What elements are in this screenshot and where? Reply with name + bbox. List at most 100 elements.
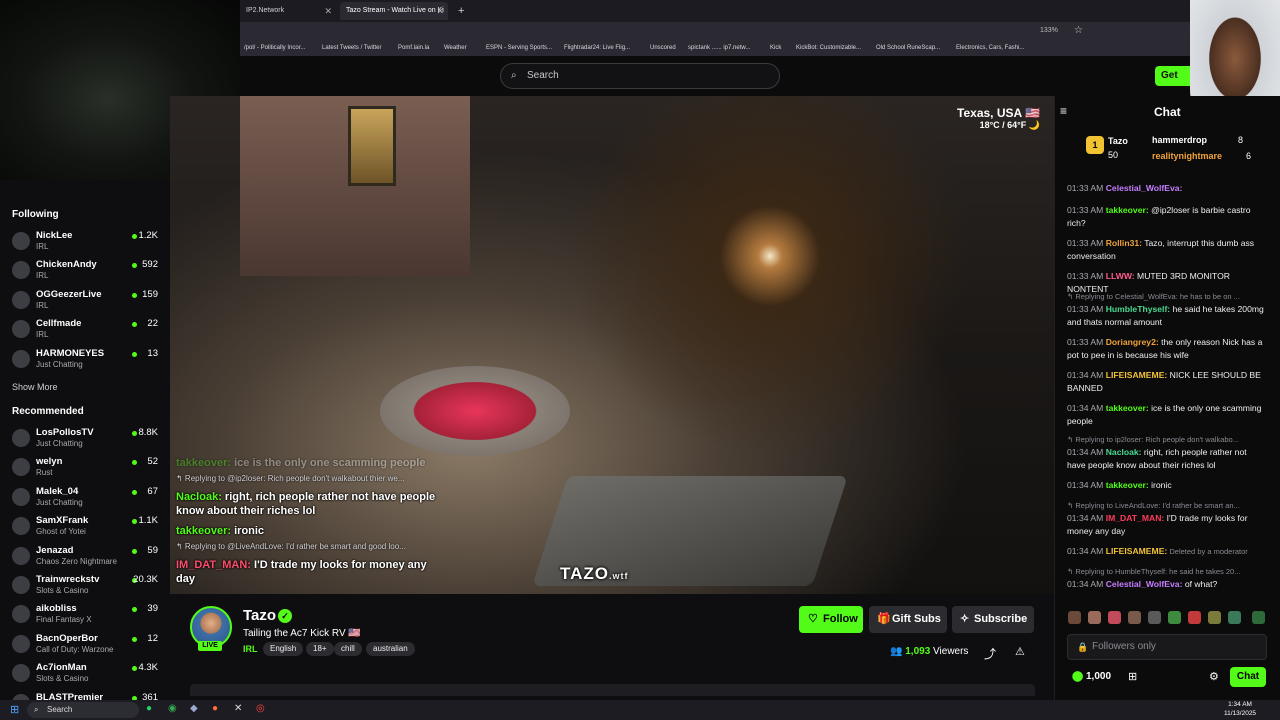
bookmark-item[interactable]: Weather (444, 45, 467, 51)
app-icon[interactable]: ◎ (256, 703, 265, 714)
channel-points[interactable]: ⬤ 1,000 (1072, 671, 1111, 682)
emote-icon[interactable] (1208, 611, 1221, 624)
sidebar-item-following[interactable]: NickLee IRL 1.2K (0, 228, 170, 256)
emote-icon[interactable] (1108, 611, 1121, 624)
chat-username[interactable]: HumbleThyself: (1106, 304, 1170, 314)
browser-tab-tazo[interactable]: Tazo Stream - Watch Live on Ki ✕ (340, 2, 448, 20)
gear-icon[interactable]: ⚙ (1209, 670, 1219, 683)
subscribe-button[interactable]: ✧ Subscribe (952, 606, 1034, 633)
chat-username[interactable]: IM_DAT_MAN: (1106, 513, 1165, 523)
tag-chill[interactable]: chill (334, 642, 362, 656)
sidebar-item-recommended[interactable]: SamXFrank Ghost of Yotei 1.1K (0, 513, 170, 541)
video-player[interactable]: Texas, USA 🇺🇸 18°C / 64°F 🌙 takkeover: i… (170, 96, 1054, 594)
chat-message[interactable]: 01:33 AM HumbleThyself: he said he takes… (1067, 303, 1267, 329)
chat-username[interactable]: Celestial_WolfEva: (1106, 579, 1183, 589)
sidebar-item-recommended[interactable]: aikobliss Final Fantasy X 39 (0, 601, 170, 629)
sidebar-item-following[interactable]: OGGeezerLive IRL 159 (0, 287, 170, 315)
emote-picker-icon[interactable] (1252, 611, 1265, 624)
chat-message[interactable]: 01:34 AM Nacloak: right, rich people rat… (1067, 446, 1267, 472)
leaderboard-second-name[interactable]: hammerdrop (1152, 135, 1207, 145)
emote-icon[interactable] (1228, 611, 1241, 624)
gift-icon[interactable]: ⊞ (1128, 670, 1137, 683)
sidebar-item-following[interactable]: ChickenAndy IRL 592 (0, 257, 170, 285)
chat-username[interactable]: LIFEISAMEME: (1106, 546, 1168, 556)
new-tab-icon[interactable]: + (452, 2, 466, 20)
sidebar-item-following[interactable]: Cellfmade IRL 22 (0, 316, 170, 344)
sidebar-item-recommended[interactable]: Trainwreckstv Slots & Casino 20.3K (0, 572, 170, 600)
leaderboard-third-name[interactable]: realitynightmare (1152, 151, 1222, 161)
close-tab-icon[interactable]: ✕ (324, 2, 332, 20)
sidebar-item-recommended[interactable]: LosPollosTV Just Chatting 8.8K (0, 425, 170, 453)
sidebar-item-recommended[interactable]: Jenazad Chaos Zero Nightmare 59 (0, 543, 170, 571)
leaderboard-top-name[interactable]: Tazo (1108, 136, 1128, 146)
bookmark-item[interactable]: Flightradar24: Live Flig... (564, 45, 630, 51)
emote-icon[interactable] (1148, 611, 1161, 624)
sidebar-item-recommended[interactable]: Ac7ionMan Slots & Casino 4.3K (0, 660, 170, 688)
bookmark-item[interactable]: Old School RuneScap... (876, 45, 940, 51)
chat-username[interactable]: Rollin31: (1106, 238, 1142, 248)
emote-icon[interactable] (1188, 611, 1201, 624)
chat-username[interactable]: Doriangrey2: (1106, 337, 1159, 347)
bookmark-item[interactable]: Latest Tweets / Twitter (322, 45, 381, 51)
browser-url-bar[interactable]: 133% ☆ (240, 22, 1280, 42)
chat-username[interactable]: takkeover: (1106, 480, 1149, 490)
steam-icon[interactable]: ◆ (190, 703, 198, 714)
sidebar-item-recommended[interactable]: welyn Rust 52 (0, 454, 170, 482)
chat-input[interactable]: 🔒 Followers only (1067, 634, 1267, 660)
chat-message[interactable]: 01:34 AM IM_DAT_MAN: I'D trade my looks … (1067, 512, 1267, 538)
system-clock[interactable]: 1:34 AM 11/13/2025 (1224, 700, 1256, 718)
chat-username[interactable]: LLWW: (1106, 271, 1135, 281)
spotify-icon[interactable]: ● (146, 703, 152, 714)
gift-subs-button[interactable]: 🎁 Gift Subs (869, 606, 947, 633)
firefox-icon[interactable]: ● (212, 703, 218, 714)
chat-message[interactable]: 01:34 AM takkeover: ironic (1067, 479, 1267, 492)
chat-message[interactable]: 01:33 AM takkeover: @ip2loser is barbie … (1067, 204, 1267, 230)
report-icon[interactable]: ⚠ (1015, 645, 1025, 658)
show-more-button[interactable]: Show More (12, 382, 58, 392)
bookmark-item[interactable]: Electronics, Cars, Fashi... (956, 45, 1024, 51)
chat-username[interactable]: LIFEISAMEME: (1106, 370, 1168, 380)
emote-icon[interactable] (1128, 611, 1141, 624)
chat-username[interactable]: takkeover: (1106, 403, 1149, 413)
tag-australian[interactable]: australian (366, 642, 415, 656)
chat-username[interactable]: Celestial_WolfEva: (1106, 183, 1183, 193)
emote-icon[interactable] (1168, 611, 1181, 624)
chat-message[interactable]: 01:34 AM LIFEISAMEME: Deleted by a moder… (1067, 545, 1267, 558)
follow-button[interactable]: ♡ Follow (799, 606, 863, 633)
channel-name[interactable]: Tazo (243, 607, 276, 624)
bookmark-item[interactable]: spictank ...... ip7.netw... (688, 45, 750, 51)
stream-category[interactable]: IRL (243, 644, 258, 654)
chat-message[interactable]: 01:34 AM LIFEISAMEME: NICK LEE SHOULD BE… (1067, 369, 1267, 395)
chat-message[interactable]: 01:33 AM Rollin31: Tazo, interrupt this … (1067, 237, 1267, 263)
close-tab-icon[interactable]: ✕ (436, 2, 444, 20)
share-icon[interactable]: ⤴ (984, 645, 996, 662)
chat-username[interactable]: Nacloak: (1106, 447, 1142, 457)
sidebar-item-following[interactable]: HARMONEYES Just Chatting 13 (0, 346, 170, 374)
bookmark-item[interactable]: Pomf.lain.la (398, 45, 429, 51)
chat-message[interactable]: 01:33 AM Doriangrey2: the only reason Ni… (1067, 336, 1267, 362)
chat-message[interactable]: 01:34 AM takkeover: ice is the only one … (1067, 402, 1267, 428)
sidebar-item-recommended[interactable]: Malek_04 Just Chatting 67 (0, 484, 170, 512)
emote-icon[interactable] (1088, 611, 1101, 624)
browser-tab-ip2[interactable]: IP2.Network ✕ (240, 2, 336, 20)
bookmark-item[interactable]: /pol/ - Politically Incor... (244, 45, 305, 51)
sidebar-item-recommended[interactable]: BacnOperBor Call of Duty: Warzone 12 (0, 631, 170, 659)
chat-message[interactable]: 01:33 AM Celestial_WolfEva: (1067, 182, 1267, 195)
chat-send-button[interactable]: Chat (1230, 667, 1266, 687)
windows-start-icon[interactable]: ⊞ (10, 703, 19, 716)
bookmark-item[interactable]: ESPN - Serving Sports... (486, 45, 552, 51)
taskbar-search-input[interactable]: ⌕ Search (27, 702, 139, 718)
search-input[interactable]: ⌕ Search (500, 63, 780, 89)
bookmark-star-icon[interactable]: ☆ (1074, 25, 1083, 36)
bookmark-item[interactable]: Kick (770, 45, 781, 51)
chrome-icon[interactable]: ◉ (168, 703, 177, 714)
emote-icon[interactable] (1068, 611, 1081, 624)
collapse-chat-icon[interactable]: ≡ (1060, 104, 1067, 118)
tag-18plus[interactable]: 18+ (306, 642, 334, 656)
bookmark-item[interactable]: Unscored (650, 45, 676, 51)
app-icon[interactable]: ✕ (234, 703, 242, 714)
chat-message[interactable]: 01:34 AM Celestial_WolfEva: of what? (1067, 578, 1267, 591)
chat-username[interactable]: takkeover: (1106, 205, 1149, 215)
bookmark-item[interactable]: KickBot: Customizable... (796, 45, 861, 51)
tag-english[interactable]: English (263, 642, 304, 656)
